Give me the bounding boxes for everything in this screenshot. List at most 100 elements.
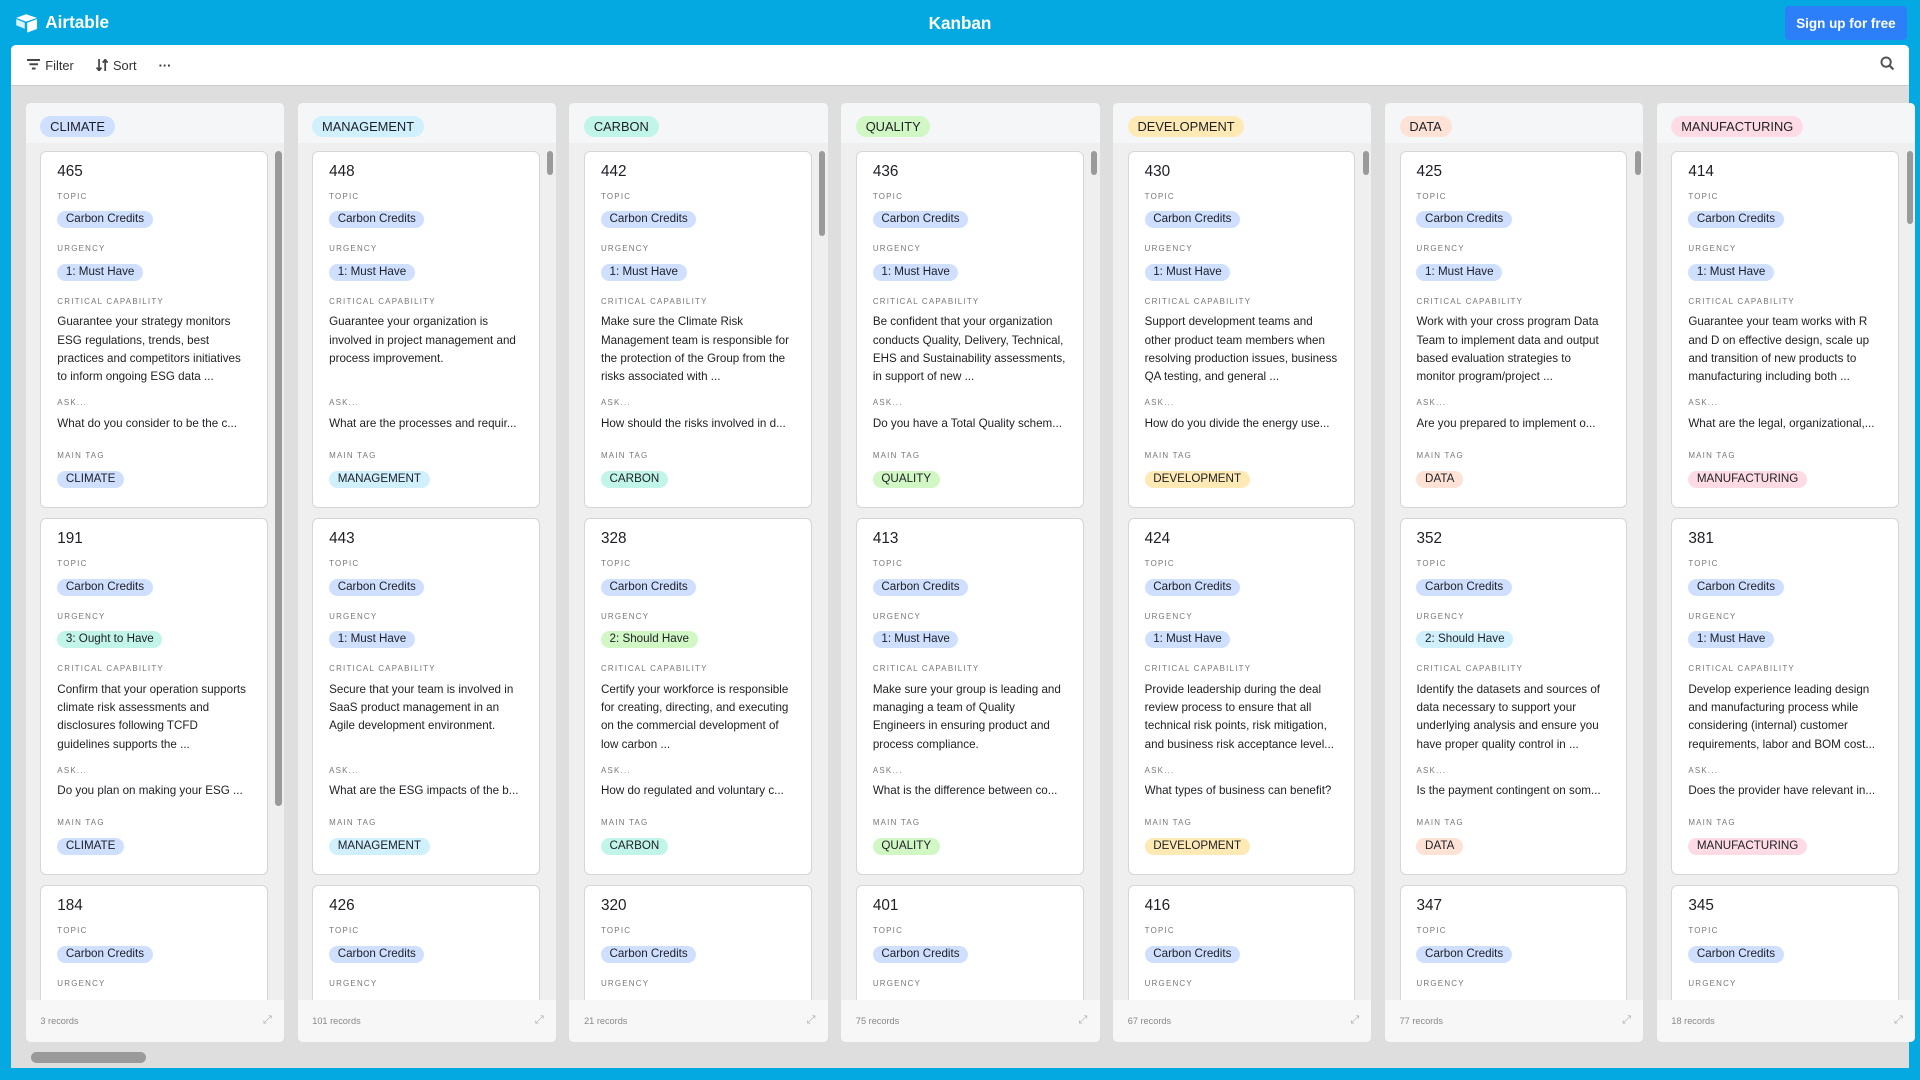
capability-label: CRITICAL CAPABILITY [329,296,436,306]
record-card[interactable]: 345 TOPIC Carbon Credits URGENCY [1671,885,1900,1001]
record-count: 21 records [584,1016,628,1027]
record-number: 413 [872,529,899,547]
column-data: DATA 425 TOPIC Carbon Credits URGENCY 1: … [1384,102,1644,1043]
urgency-label: URGENCY [1416,978,1465,988]
column-tag[interactable]: MANUFACTURING [1671,116,1803,138]
capability-text: Identify the datasets and sources of dat… [1416,682,1601,751]
ask-text: What are the ESG impacts of the b... [329,784,519,798]
card-list: 436 TOPIC Carbon Credits URGENCY 1: Must … [855,150,1084,1001]
column-scrollbar[interactable] [1906,150,1913,225]
urgency-label: URGENCY [1416,244,1465,254]
column-scrollbar[interactable] [1362,150,1369,176]
record-card[interactable]: 416 TOPIC Carbon Credits URGENCY [1127,885,1356,1001]
record-card[interactable]: 320 TOPIC Carbon Credits URGENCY [584,885,812,1001]
record-card[interactable]: 184 TOPIC Carbon Credits URGENCY [40,885,269,1001]
record-card[interactable]: 424 TOPIC Carbon Credits URGENCY 1: Must … [1127,517,1356,876]
sign-up-button[interactable]: Sign up for free [1785,6,1907,41]
record-card[interactable]: 436 TOPIC Carbon Credits URGENCY 1: Must … [855,150,1084,509]
column-footer: 101 records ⤢ [297,1000,556,1043]
column-scrollbar[interactable] [275,150,282,806]
main-tag-pill: DEVELOPMENT [1144,838,1250,856]
horizontal-scrollbar[interactable] [30,1051,146,1063]
record-count: 75 records [855,1016,900,1027]
capability-text: Be confident that your organization cond… [872,315,1066,384]
topic-label: TOPIC [1416,558,1447,568]
expand-icon[interactable]: ⤢ [807,1014,816,1027]
record-card[interactable]: 352 TOPIC Carbon Credits URGENCY 2: Shoul… [1399,517,1628,876]
more-icon: ··· [158,57,172,73]
ask-label: ASK... [600,398,631,408]
column-tag[interactable]: DATA [1399,116,1452,138]
urgency-label: URGENCY [1688,978,1737,988]
expand-icon[interactable]: ⤢ [263,1014,272,1027]
search-icon[interactable] [1880,56,1895,71]
column-climate: CLIMATE 465 TOPIC Carbon Credits URGENCY… [25,102,285,1043]
column-scrollbar[interactable] [547,150,554,176]
column-tag[interactable]: QUALITY [855,116,931,138]
record-card[interactable]: 443 TOPIC Carbon Credits URGENCY 1: Must … [312,517,540,876]
main-tag-label: MAIN TAG [1688,451,1736,461]
filter-button[interactable]: Filter [26,58,74,73]
main-tag-pill: DEVELOPMENT [1144,470,1250,488]
column-tag[interactable]: CLIMATE [40,116,115,138]
column-footer: 67 records ⤢ [1113,1000,1372,1043]
record-card[interactable]: 442 TOPIC Carbon Credits URGENCY 1: Must … [584,150,812,509]
expand-icon[interactable]: ⤢ [535,1014,544,1027]
ask-label: ASK... [1416,765,1447,775]
record-card[interactable]: 430 TOPIC Carbon Credits URGENCY 1: Must … [1127,150,1356,509]
record-number: 184 [57,897,83,915]
urgency-label: URGENCY [57,244,106,254]
expand-icon[interactable]: ⤢ [1350,1014,1359,1027]
record-card[interactable]: 191 TOPIC Carbon Credits URGENCY 3: Ought… [40,517,269,876]
topic-label: TOPIC [329,926,360,936]
more-options-button[interactable]: ··· [159,58,172,73]
main-tag-label: MAIN TAG [1144,451,1193,461]
column-scrollbar[interactable] [819,150,826,237]
record-card[interactable]: 401 TOPIC Carbon Credits URGENCY [855,885,1084,1001]
urgency-label: URGENCY [872,978,922,988]
column-header: DATA [1384,102,1644,144]
main-tag-pill: MANUFACTURING [1688,470,1807,488]
capability-label: CRITICAL CAPABILITY [57,296,164,306]
capability-label: CRITICAL CAPABILITY [1416,664,1524,674]
topic-pill: Carbon Credits [600,211,697,229]
record-card[interactable]: 328 TOPIC Carbon Credits URGENCY 2: Shoul… [584,517,812,876]
record-card[interactable]: 425 TOPIC Carbon Credits URGENCY 1: Must … [1399,150,1628,509]
column-tag[interactable]: DEVELOPMENT [1127,116,1245,138]
expand-icon[interactable]: ⤢ [1622,1014,1631,1027]
urgency-label: URGENCY [1688,611,1737,621]
topic-pill: Carbon Credits [57,945,153,964]
topic-pill: Carbon Credits [872,578,969,596]
column-scrollbar[interactable] [1091,150,1098,176]
capability-text: Make sure the Climate Risk Management te… [600,315,790,384]
record-card[interactable]: 381 TOPIC Carbon Credits URGENCY 1: Must … [1671,517,1900,876]
ask-text: What is the difference between co... [872,784,1058,798]
ask-label: ASK... [329,398,359,408]
capability-text: Develop experience leading design and ma… [1688,682,1876,751]
capability-text: Make sure your group is leading and mana… [872,682,1061,751]
record-card[interactable]: 465 TOPIC Carbon Credits URGENCY 1: Must … [40,150,269,509]
sort-button[interactable]: Sort [95,58,137,73]
topic-pill: Carbon Credits [1144,945,1240,964]
column-tag[interactable]: MANAGEMENT [312,116,424,138]
record-card[interactable]: 426 TOPIC Carbon Credits URGENCY [312,885,540,1001]
record-number: 347 [1416,897,1443,915]
kanban-panel: Filter Sort ··· CLIMATE 465 TOPIC Carbon… [11,45,1916,1068]
record-card[interactable]: 413 TOPIC Carbon Credits URGENCY 1: Must … [855,517,1084,876]
column-tag[interactable]: CARBON [584,116,659,138]
record-card[interactable]: 347 TOPIC Carbon Credits URGENCY [1399,885,1628,1001]
column-scrollbar[interactable] [1634,150,1641,176]
topic-label: TOPIC [329,191,360,201]
record-card[interactable]: 448 TOPIC Carbon Credits URGENCY 1: Must … [312,150,540,509]
expand-icon[interactable]: ⤢ [1079,1014,1088,1027]
column-footer: 18 records ⤢ [1656,1000,1916,1043]
urgency-label: URGENCY [872,611,922,621]
main-tag-pill: CARBON [600,470,668,488]
main-tag-label: MAIN TAG [1416,818,1464,828]
capability-label: CRITICAL CAPABILITY [872,664,980,674]
topic-pill: Carbon Credits [329,211,425,229]
ask-text: Do you plan on making your ESG ... [57,784,243,798]
main-tag-label: MAIN TAG [1416,451,1464,461]
expand-icon[interactable]: ⤢ [1894,1014,1903,1027]
record-card[interactable]: 414 TOPIC Carbon Credits URGENCY 1: Must … [1671,150,1900,509]
